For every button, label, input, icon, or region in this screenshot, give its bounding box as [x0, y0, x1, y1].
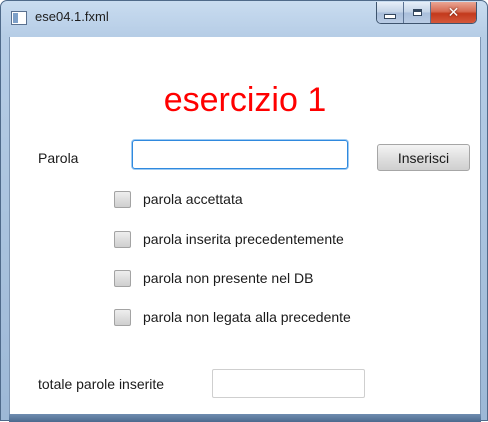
- title-bar[interactable]: ese04.1.fxml ✕: [1, 1, 487, 37]
- checkbox-parola-accettata[interactable]: parola accettata: [114, 189, 243, 209]
- window-title: ese04.1.fxml: [35, 9, 109, 24]
- parola-input[interactable]: [132, 140, 348, 169]
- caption-buttons: ✕: [376, 2, 477, 24]
- parola-label: Parola: [38, 150, 79, 166]
- maximize-icon: [412, 9, 422, 16]
- checkbox-box[interactable]: [114, 308, 131, 326]
- minimize-button[interactable]: [377, 2, 404, 23]
- close-icon: ✕: [447, 4, 460, 21]
- checkbox-label: parola non legata alla precedente: [143, 309, 351, 325]
- checkbox-label: parola non presente nel DB: [143, 270, 314, 286]
- checkbox-parola-inserita[interactable]: parola inserita precedentemente: [114, 229, 344, 249]
- checkbox-parola-non-legata[interactable]: parola non legata alla precedente: [114, 307, 351, 327]
- form-panel: esercizio 1 Parola Inserisci parola acce…: [9, 37, 481, 422]
- checkbox-label: parola inserita precedentemente: [143, 231, 344, 247]
- totale-label: totale parole inserite: [38, 376, 165, 392]
- page-title: esercizio 1: [163, 81, 327, 119]
- inserisci-button[interactable]: Inserisci: [377, 144, 470, 171]
- app-icon[interactable]: [11, 11, 27, 25]
- checkbox-box[interactable]: [114, 190, 131, 208]
- totale-input[interactable]: [212, 369, 365, 398]
- maximize-button[interactable]: [404, 2, 431, 23]
- checkbox-box[interactable]: [114, 230, 131, 248]
- checkbox-box[interactable]: [114, 269, 131, 287]
- checkbox-label: parola accettata: [143, 191, 243, 207]
- checkbox-parola-non-presente[interactable]: parola non presente nel DB: [114, 268, 313, 288]
- close-button[interactable]: ✕: [431, 2, 476, 23]
- minimize-icon: [384, 14, 396, 19]
- app-window: ese04.1.fxml ✕ esercizio 1 Parola Inseri…: [0, 0, 488, 422]
